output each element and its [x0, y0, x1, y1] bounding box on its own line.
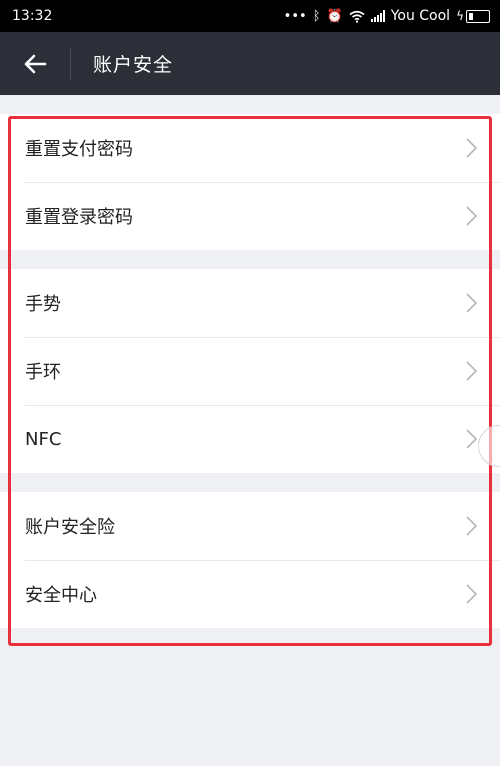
settings-group-unlock: 手势 手环 NFC [0, 269, 500, 473]
status-time: 13:32 [12, 8, 53, 24]
signal-icon [370, 10, 385, 22]
wristband-item[interactable]: 手环 [0, 337, 500, 405]
bluetooth-icon: ᛒ [312, 8, 321, 24]
settings-group-security: 账户安全险 安全中心 [0, 492, 500, 628]
item-label: 重置登录密码 [25, 207, 133, 228]
status-bar: 13:32 ••• ᛒ ⏰ You Cool ϟ [0, 0, 500, 32]
top-bar: 账户安全 [0, 32, 500, 95]
chevron-right-icon [466, 293, 478, 313]
carrier-name: You Cool [390, 8, 451, 24]
account-insurance-item[interactable]: 账户安全险 [0, 492, 500, 560]
chevron-right-icon [466, 138, 478, 158]
item-label: 安全中心 [25, 585, 97, 606]
chevron-right-icon [466, 206, 478, 226]
chevron-right-icon [466, 429, 478, 449]
security-center-item[interactable]: 安全中心 [0, 560, 500, 628]
settings-group-password: 重置支付密码 重置登录密码 [0, 114, 500, 250]
item-label: 手环 [25, 362, 61, 383]
item-label: 账户安全险 [25, 517, 115, 538]
chevron-right-icon [466, 516, 478, 536]
page-title: 账户安全 [93, 54, 174, 76]
item-label: 重置支付密码 [25, 139, 133, 160]
status-icons: ••• ᛒ ⏰ You Cool ϟ [284, 8, 490, 24]
back-button[interactable] [0, 32, 70, 95]
chevron-right-icon [466, 361, 478, 381]
item-label: 手势 [25, 294, 61, 315]
reset-login-password-item[interactable]: 重置登录密码 [0, 182, 500, 250]
item-label: NFC [25, 428, 62, 450]
settings-list: 重置支付密码 重置登录密码 手势 手环 NFC 账户安全险 安全中心 [0, 95, 500, 628]
chevron-right-icon [466, 584, 478, 604]
alarm-icon: ⏰ [326, 8, 343, 24]
gesture-item[interactable]: 手势 [0, 269, 500, 337]
more-dots-icon: ••• [283, 8, 307, 24]
nfc-item[interactable]: NFC [0, 405, 500, 473]
wifi-icon [349, 10, 365, 23]
back-arrow-icon [24, 54, 47, 73]
reset-payment-password-item[interactable]: 重置支付密码 [0, 114, 500, 182]
battery-icon: ϟ [456, 9, 490, 23]
